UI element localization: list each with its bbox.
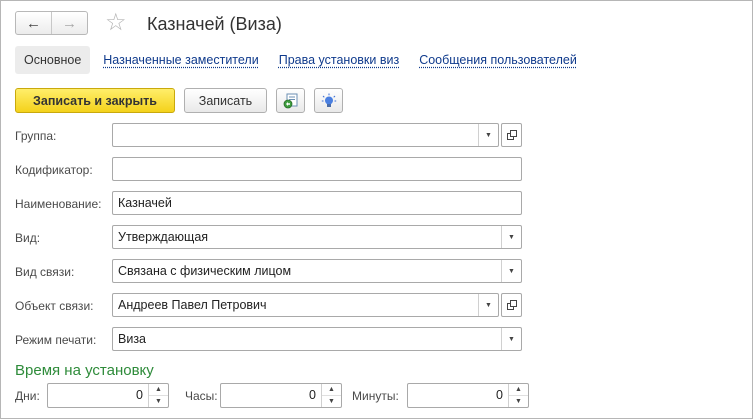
minutes-decrement-button[interactable]: ▼: [509, 396, 528, 407]
lightbulb-icon: [321, 93, 336, 107]
days-label: Дни:: [15, 389, 40, 403]
name-input[interactable]: Казначей: [112, 191, 522, 215]
report-structure-button[interactable]: [276, 88, 305, 113]
link-object-dropdown-button[interactable]: ▼: [478, 294, 498, 316]
tab-main[interactable]: Основное: [15, 46, 91, 74]
group-label: Группа:: [15, 129, 57, 143]
hours-stepper[interactable]: 0 ▲ ▼: [220, 383, 342, 408]
link-kind-select[interactable]: Связана с физическим лицом ▼: [112, 259, 522, 283]
code-input[interactable]: [112, 157, 522, 181]
tab-deputies[interactable]: Назначенные заместители: [103, 46, 258, 74]
name-value: Казначей: [118, 196, 172, 210]
form-window: ← → ☆ Казначей (Виза) Основное Назначенн…: [0, 0, 753, 419]
hours-spin-buttons: ▲ ▼: [321, 384, 341, 407]
days-decrement-button[interactable]: ▼: [149, 396, 168, 407]
print-mode-label: Режим печати:: [15, 333, 97, 347]
days-spin-buttons: ▲ ▼: [148, 384, 168, 407]
kind-label: Вид:: [15, 231, 41, 245]
days-increment-button[interactable]: ▲: [149, 384, 168, 396]
save-and-close-button[interactable]: Записать и закрыть: [15, 88, 175, 113]
link-object-label: Объект связи:: [15, 299, 94, 313]
hours-label: Часы:: [185, 389, 218, 403]
kind-select[interactable]: Утверждающая ▼: [112, 225, 522, 249]
link-object-open-button[interactable]: [501, 293, 522, 317]
link-object-value: Андреев Павел Петрович: [118, 298, 267, 312]
open-window-icon: [506, 300, 517, 310]
minutes-spin-buttons: ▲ ▼: [508, 384, 528, 407]
kind-value: Утверждающая: [118, 230, 209, 244]
tab-visa-rights[interactable]: Права установки виз: [279, 46, 399, 74]
group-field[interactable]: ▼: [112, 123, 499, 147]
minutes-label: Минуты:: [352, 389, 399, 403]
tab-user-messages[interactable]: Сообщения пользователей: [419, 46, 577, 74]
days-stepper[interactable]: 0 ▲ ▼: [47, 383, 169, 408]
minutes-stepper[interactable]: 0 ▲ ▼: [407, 383, 529, 408]
minutes-increment-button[interactable]: ▲: [509, 384, 528, 396]
chevron-down-icon: ▼: [508, 335, 515, 343]
link-kind-label: Вид связи:: [15, 265, 75, 279]
name-label: Наименование:: [15, 197, 102, 211]
report-structure-icon: [283, 93, 297, 108]
hours-decrement-button[interactable]: ▼: [322, 396, 341, 407]
group-open-button[interactable]: [501, 123, 522, 147]
time-section-title: Время на установку: [15, 362, 154, 379]
link-kind-dropdown-button[interactable]: ▼: [501, 260, 521, 282]
chevron-down-icon: ▼: [508, 267, 515, 275]
back-button[interactable]: ←: [16, 12, 51, 34]
save-button[interactable]: Записать: [184, 88, 267, 113]
hours-increment-button[interactable]: ▲: [322, 384, 341, 396]
link-kind-value: Связана с физическим лицом: [118, 264, 292, 278]
days-value: 0: [136, 388, 143, 402]
hours-value: 0: [309, 388, 316, 402]
print-mode-value: Виза: [118, 332, 147, 346]
arrow-right-icon: →: [62, 14, 77, 32]
chevron-down-icon: ▼: [508, 233, 515, 241]
chevron-down-icon: ▼: [485, 131, 492, 139]
star-icon[interactable]: ☆: [105, 9, 127, 37]
code-label: Кодификатор:: [15, 163, 93, 177]
print-mode-select[interactable]: Виза ▼: [112, 327, 522, 351]
navigation-buttons: ← →: [15, 11, 88, 35]
minutes-value: 0: [496, 388, 503, 402]
arrow-left-icon: ←: [26, 14, 41, 32]
print-mode-dropdown-button[interactable]: ▼: [501, 328, 521, 350]
hint-button[interactable]: [314, 88, 343, 113]
link-object-field[interactable]: Андреев Павел Петрович ▼: [112, 293, 499, 317]
open-window-icon: [506, 130, 517, 140]
page-title: Казначей (Виза): [147, 14, 282, 34]
tab-bar: Основное Назначенные заместители Права у…: [15, 46, 584, 74]
group-dropdown-button[interactable]: ▼: [478, 124, 498, 146]
chevron-down-icon: ▼: [485, 301, 492, 309]
forward-button[interactable]: →: [51, 12, 87, 34]
kind-dropdown-button[interactable]: ▼: [501, 226, 521, 248]
